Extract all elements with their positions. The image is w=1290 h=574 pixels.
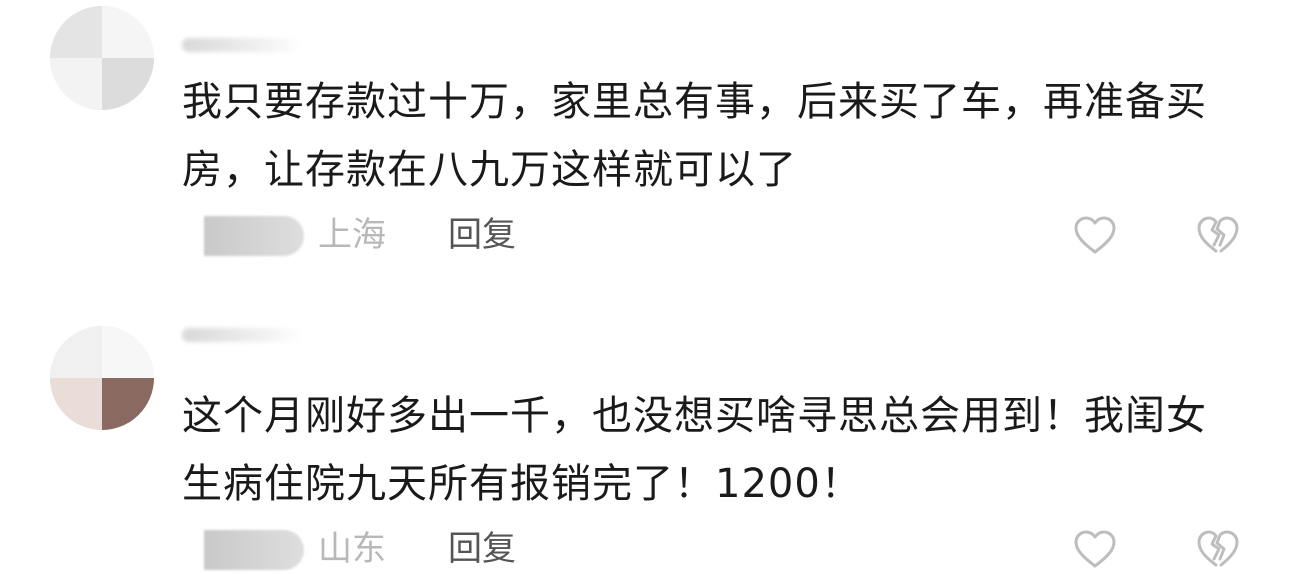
comment-text: 我只要存款过十万，家里总有事，后来买了车，再准备买房，让存款在八九万这样就可以了 bbox=[182, 79, 1207, 193]
date-blurred bbox=[204, 216, 304, 256]
comment-meta: 山东 回复 bbox=[0, 524, 1290, 574]
broken-heart-icon[interactable] bbox=[1196, 529, 1240, 569]
location-label: 上海 bbox=[318, 215, 386, 255]
username-blurred[interactable] bbox=[182, 38, 302, 52]
avatar[interactable] bbox=[50, 326, 154, 430]
username-blurred[interactable] bbox=[182, 328, 302, 342]
reply-button[interactable]: 回复 bbox=[448, 210, 516, 260]
avatar[interactable] bbox=[50, 6, 154, 110]
broken-heart-icon[interactable] bbox=[1196, 215, 1240, 255]
date-blurred bbox=[204, 530, 304, 570]
comment-text: 这个月刚好多出一千，也没想买啥寻思总会用到！我闺女生病住院九天所有报销完了！12… bbox=[182, 393, 1207, 507]
heart-outline-icon[interactable] bbox=[1073, 529, 1117, 569]
location-label: 山东 bbox=[318, 529, 386, 569]
reply-button[interactable]: 回复 bbox=[448, 524, 516, 574]
comment-meta: 上海 回复 bbox=[0, 210, 1290, 260]
heart-outline-icon[interactable] bbox=[1073, 215, 1117, 255]
